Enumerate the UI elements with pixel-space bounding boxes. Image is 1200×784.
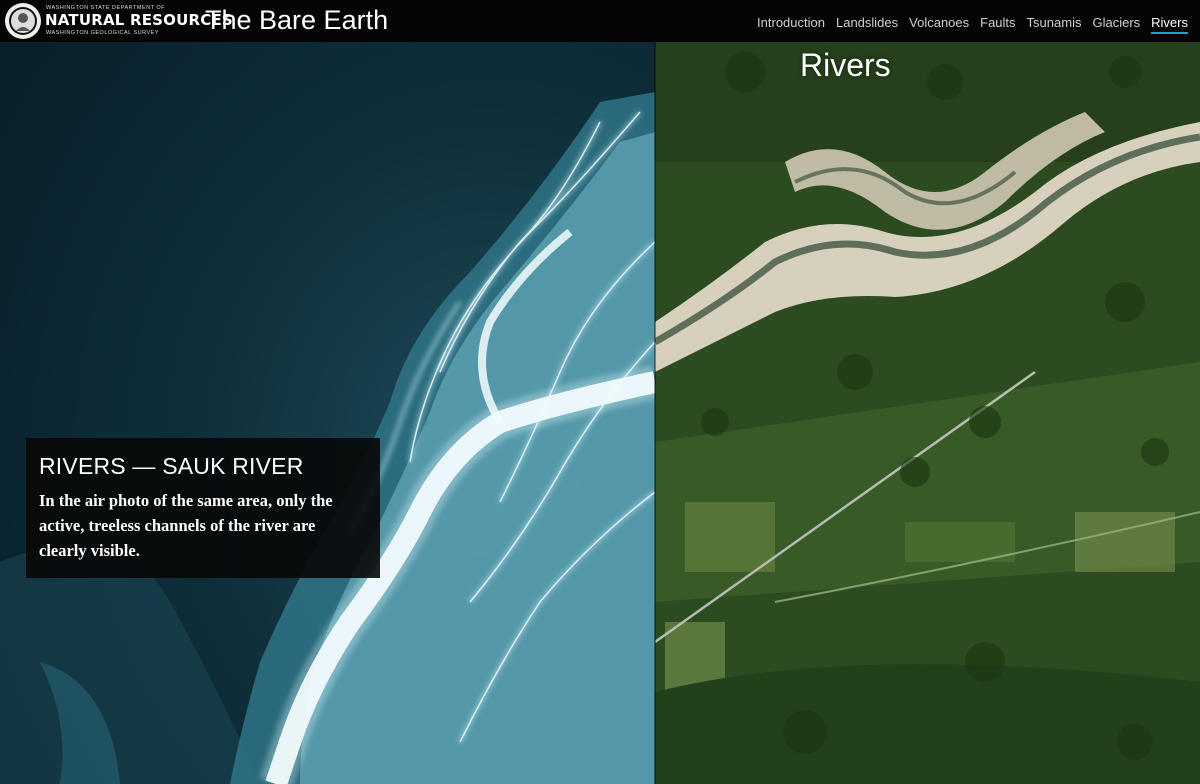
state-seal-icon	[5, 3, 41, 39]
nav-item-glaciers[interactable]: Glaciers	[1092, 9, 1140, 34]
site-title[interactable]: The Bare Earth	[205, 2, 388, 38]
logo-bottom-line: WASHINGTON GEOLOGICAL SURVEY	[46, 30, 160, 36]
aerial-photo	[655, 42, 1200, 784]
lidar-hillshade-image	[0, 42, 655, 784]
lidar-image	[0, 42, 655, 784]
main-nav: Introduction Landslides Volcanoes Faults…	[746, 0, 1200, 42]
split-divider[interactable]	[654, 42, 656, 784]
top-bar: WASHINGTON STATE DEPARTMENT OF NATURAL R…	[0, 0, 1200, 42]
caption-title: RIVERS — SAUK RIVER	[39, 453, 304, 479]
nav-item-tsunamis[interactable]: Tsunamis	[1027, 9, 1082, 34]
nav-item-rivers[interactable]: Rivers	[1151, 9, 1188, 34]
nav-item-landslides[interactable]: Landslides	[836, 9, 898, 34]
dnr-logo[interactable]: WASHINGTON STATE DEPARTMENT OF NATURAL R…	[4, 2, 233, 40]
caption-box: RIVERS — SAUK RIVER In the air photo of …	[26, 438, 380, 578]
nav-item-introduction[interactable]: Introduction	[757, 9, 825, 34]
caption-body: In the air photo of the same area, only …	[39, 491, 333, 560]
nav-item-faults[interactable]: Faults	[980, 9, 1015, 34]
section-title: Rivers	[800, 47, 891, 83]
aerial-photo-image	[655, 42, 1200, 784]
nav-item-volcanoes[interactable]: Volcanoes	[909, 9, 969, 34]
